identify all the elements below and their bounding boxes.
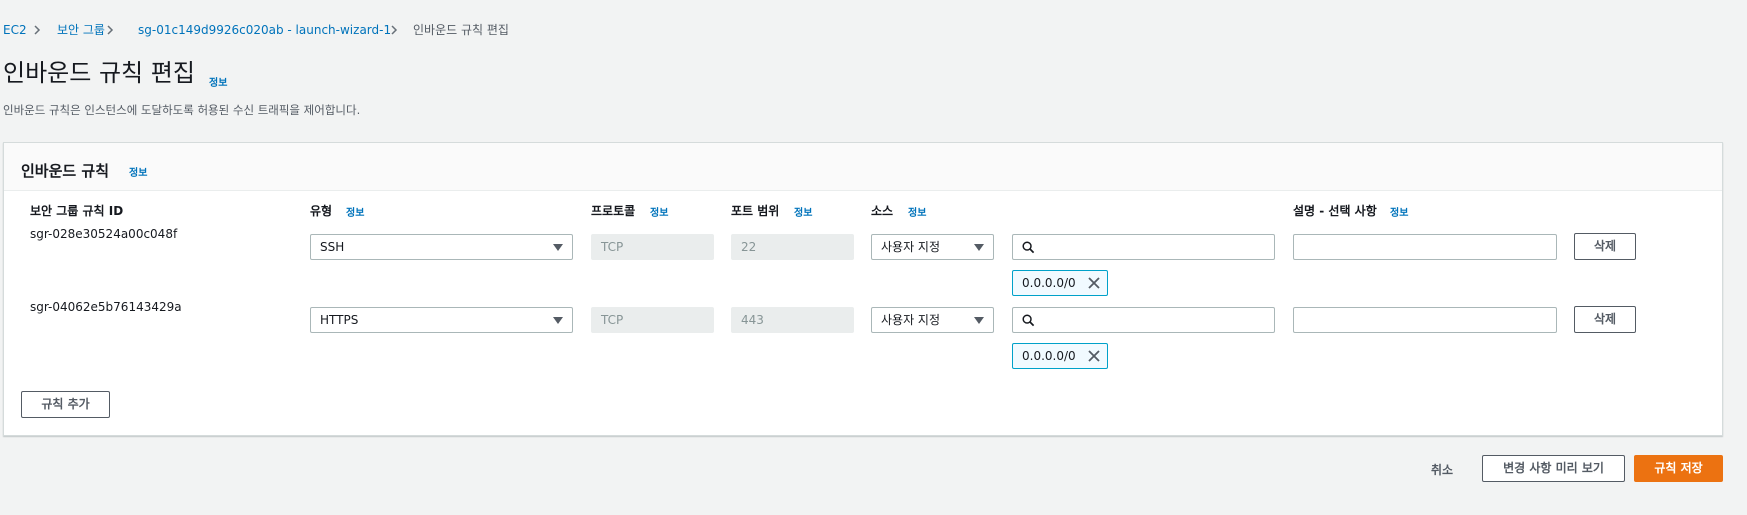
source-token: 0.0.0.0/0: [1012, 343, 1108, 369]
close-icon[interactable]: [1088, 350, 1100, 362]
protocol-info-link[interactable]: 정보: [650, 204, 668, 219]
page-info-link[interactable]: 정보: [209, 74, 227, 89]
caret-down-icon: [974, 244, 984, 251]
description-input[interactable]: [1293, 234, 1557, 260]
search-icon: [1022, 314, 1035, 327]
source-token: 0.0.0.0/0: [1012, 270, 1108, 296]
breadcrumb-security-group[interactable]: sg-01c149d9926c020ab - launch-wizard-1: [138, 22, 391, 38]
caret-down-icon: [553, 317, 563, 324]
column-type: 유형: [310, 204, 333, 218]
column-protocol: 프로토콜: [591, 204, 636, 218]
preview-changes-button[interactable]: 변경 사항 미리 보기: [1482, 455, 1625, 482]
rule-id: sgr-04062e5b76143429a: [30, 300, 182, 314]
source-info-link[interactable]: 정보: [908, 204, 926, 219]
source-search-input[interactable]: [1012, 307, 1275, 333]
protocol-field: TCP: [591, 307, 714, 333]
panel-header: 인바운드 규칙 정보: [4, 143, 1722, 191]
column-rule-id: 보안 그룹 규칙 ID: [30, 204, 124, 218]
rule-id: sgr-028e30524a00c048f: [30, 227, 178, 241]
source-type-value: 사용자 지정: [881, 240, 941, 254]
caret-down-icon: [974, 317, 984, 324]
column-description: 설명 - 선택 사항: [1293, 204, 1377, 218]
type-select[interactable]: SSH: [310, 234, 573, 260]
breadcrumb-security-groups[interactable]: 보안 그룹: [57, 22, 105, 38]
source-token-label: 0.0.0.0/0: [1022, 349, 1076, 363]
type-info-link[interactable]: 정보: [346, 204, 364, 219]
caret-down-icon: [553, 244, 563, 251]
page-description: 인바운드 규칙은 인스턴스에 도달하도록 허용된 수신 트래픽을 제어합니다.: [3, 103, 361, 117]
description-input[interactable]: [1293, 307, 1557, 333]
type-select-value: HTTPS: [320, 313, 359, 327]
page-title: 인바운드 규칙 편집: [3, 59, 195, 87]
panel-info-link[interactable]: 정보: [129, 164, 147, 179]
chevron-right-icon: [34, 25, 41, 35]
add-rule-button[interactable]: 규칙 추가: [21, 391, 110, 418]
source-search-input[interactable]: [1012, 234, 1275, 260]
source-type-value: 사용자 지정: [881, 313, 941, 327]
port-range-info-link[interactable]: 정보: [794, 204, 812, 219]
port-range-field: 22: [731, 234, 854, 260]
inbound-rules-panel: 인바운드 규칙 정보 보안 그룹 규칙 ID 유형 정보 프로토콜 정보 포트 …: [3, 142, 1723, 436]
source-token-label: 0.0.0.0/0: [1022, 276, 1076, 290]
search-icon: [1022, 241, 1035, 254]
breadcrumb-ec2[interactable]: EC2: [3, 22, 27, 38]
port-range-field: 443: [731, 307, 854, 333]
type-select[interactable]: HTTPS: [310, 307, 573, 333]
column-source: 소스: [871, 204, 894, 218]
delete-button[interactable]: 삭제: [1574, 233, 1636, 260]
description-info-link[interactable]: 정보: [1390, 204, 1408, 219]
chevron-right-icon: [391, 25, 398, 35]
column-port-range: 포트 범위: [731, 204, 780, 218]
source-type-select[interactable]: 사용자 지정: [871, 307, 994, 333]
close-icon[interactable]: [1088, 277, 1100, 289]
type-select-value: SSH: [320, 240, 345, 254]
breadcrumb-current: 인바운드 규칙 편집: [413, 23, 509, 37]
panel-title: 인바운드 규칙: [21, 162, 110, 180]
protocol-field: TCP: [591, 234, 714, 260]
chevron-right-icon: [107, 25, 114, 35]
cancel-button[interactable]: 취소: [1431, 461, 1453, 478]
delete-button[interactable]: 삭제: [1574, 306, 1636, 333]
save-rules-button[interactable]: 규칙 저장: [1634, 455, 1723, 482]
source-type-select[interactable]: 사용자 지정: [871, 234, 994, 260]
